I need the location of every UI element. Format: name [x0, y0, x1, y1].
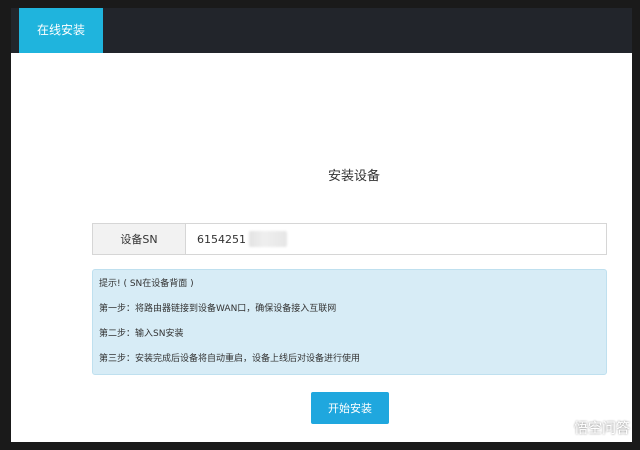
sn-redaction — [249, 231, 287, 247]
tab-online-install[interactable]: 在线安装 — [19, 8, 103, 53]
top-nav-bar: 在线安装 — [11, 8, 632, 53]
watermark-text: 悟空问答 — [574, 421, 630, 437]
hint-title: 提示! ( SN在设备背面 ) — [99, 279, 194, 289]
hint-step-3: 第三步：安装完成后设备将自动重启，设备上线后对设备进行使用 — [99, 354, 361, 364]
sn-label: 设备SN — [93, 224, 186, 254]
hint-box: 提示! ( SN在设备背面 ) 第一步：将路由器链接到设备WAN口，确保设备接入… — [92, 269, 607, 375]
watermark: 悟空问答 — [550, 418, 630, 438]
sn-field-group: 设备SN — [92, 223, 607, 255]
hint-step-2: 第二步：输入SN安装 — [99, 329, 184, 339]
start-install-button[interactable]: 开始安装 — [311, 392, 389, 424]
wukong-logo-icon — [550, 420, 570, 436]
app-window: 在线安装 安装设备 设备SN 提示! ( SN在设备背面 ) 第一步：将路由器链… — [11, 8, 632, 442]
page-title: 安装设备 — [327, 169, 380, 184]
hint-step-1: 第一步：将路由器链接到设备WAN口，确保设备接入互联网 — [99, 304, 337, 314]
